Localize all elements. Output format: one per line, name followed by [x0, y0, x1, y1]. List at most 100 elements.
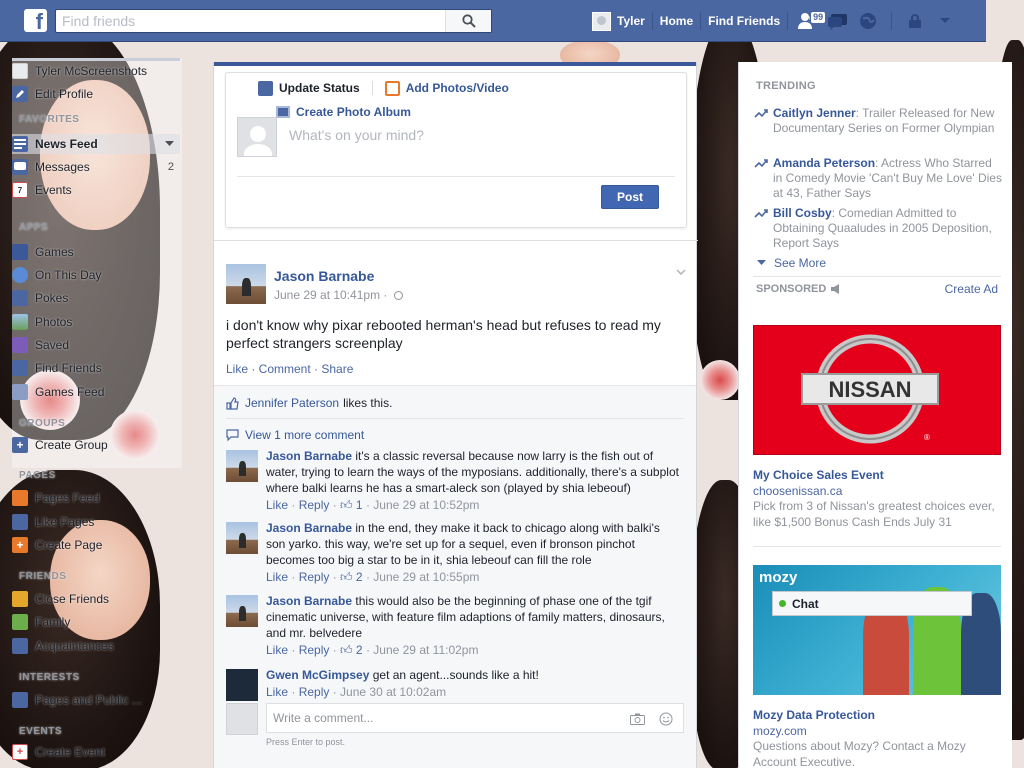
- create-ad-link[interactable]: Create Ad: [945, 282, 998, 296]
- post-button[interactable]: Post: [601, 185, 659, 209]
- comment-likes-count[interactable]: 👍︎ 2: [340, 643, 363, 657]
- comment-likes-count[interactable]: 👍︎ 1: [340, 498, 363, 512]
- commenter-avatar[interactable]: [226, 450, 258, 482]
- comment-reply-link[interactable]: Reply: [299, 643, 330, 657]
- trending-item[interactable]: Amanda Peterson: Actress Who Starred in …: [754, 156, 1004, 201]
- sidebar-item-pages-feed[interactable]: Pages Feed: [12, 488, 180, 508]
- trending-topic-name[interactable]: Caitlyn Jenner: [773, 106, 856, 120]
- sidebar-item-events[interactable]: 7 Events: [12, 180, 180, 200]
- home-link[interactable]: Home: [653, 0, 700, 42]
- search-input[interactable]: [56, 10, 446, 32]
- account-menu-button[interactable]: [933, 9, 957, 33]
- status-input[interactable]: What's on your mind?: [289, 127, 424, 143]
- comment-reply-link[interactable]: Reply: [299, 685, 330, 699]
- sidebar-item-family[interactable]: Family: [12, 612, 180, 632]
- commenter-avatar[interactable]: [226, 522, 258, 554]
- comment-timestamp[interactable]: June 30 at 10:02am: [340, 685, 446, 699]
- trending-item[interactable]: Bill Cosby: Comedian Admitted to Obtaini…: [754, 206, 1004, 251]
- messages-button[interactable]: [826, 9, 850, 33]
- comment-timestamp[interactable]: June 29 at 11:02pm: [373, 643, 478, 657]
- sidebar-item-find-friends[interactable]: Find Friends: [12, 358, 180, 378]
- add-photos-tab[interactable]: Add Photos/Video: [384, 80, 509, 96]
- commenter-name[interactable]: Jason Barnabe: [266, 449, 352, 463]
- comment-like-link[interactable]: Like: [266, 685, 288, 699]
- sidebar-item-label: Pages and Public ...: [35, 693, 142, 707]
- favorites-heading: FAVORITES: [19, 114, 80, 125]
- sidebar-item-pages-and-public[interactable]: Pages and Public ...: [12, 690, 180, 710]
- privacy-shortcuts-button[interactable]: [903, 9, 927, 33]
- camera-icon[interactable]: [630, 713, 645, 725]
- post-timestamp[interactable]: June 29 at 10:41pm ·: [274, 288, 403, 302]
- messages-icon: [12, 159, 28, 175]
- comment-timestamp[interactable]: June 29 at 10:55pm: [373, 570, 479, 584]
- sidebar-item-profile[interactable]: Tyler McScreenshots: [12, 61, 180, 81]
- trending-item[interactable]: Caitlyn Jenner: Trailer Released for New…: [754, 106, 1004, 136]
- find-friends-link[interactable]: Find Friends: [701, 0, 787, 42]
- facebook-logo-icon[interactable]: f: [24, 9, 47, 32]
- comment-body: Gwen McGimpsey get an agent...sounds lik…: [266, 667, 682, 700]
- friend-requests-badge: 99: [810, 11, 827, 24]
- mozy-ad-image[interactable]: mozy: [753, 565, 1001, 695]
- likes-suffix: likes this.: [343, 396, 393, 410]
- ad-title[interactable]: My Choice Sales Event: [753, 468, 884, 482]
- left-sidebar: Tyler McScreenshots Edit Profile FAVORIT…: [12, 58, 182, 768]
- sidebar-item-photos[interactable]: Photos: [12, 312, 180, 332]
- emoji-icon[interactable]: [659, 712, 673, 726]
- sidebar-item-edit-profile[interactable]: Edit Profile: [12, 84, 180, 104]
- comment-like-link[interactable]: Like: [266, 643, 288, 657]
- notifications-button[interactable]: [856, 9, 880, 33]
- trending-topic-name[interactable]: Bill Cosby: [773, 206, 832, 220]
- sidebar-item-acquaintances[interactable]: Acquaintances: [12, 636, 180, 656]
- composer-tabs: Update Status Add Photos/Video: [226, 73, 686, 103]
- ad-url[interactable]: choosenissan.ca: [753, 484, 842, 498]
- star-icon: [12, 591, 28, 607]
- sidebar-item-games[interactable]: Games: [12, 242, 180, 262]
- ad-title[interactable]: Mozy Data Protection: [753, 708, 875, 722]
- liker-name[interactable]: Jennifer Paterson: [245, 396, 339, 410]
- see-more-trending-link[interactable]: See More: [757, 256, 826, 270]
- sidebar-item-games-feed[interactable]: Games Feed: [12, 382, 180, 402]
- commenter-name[interactable]: Jason Barnabe: [266, 594, 352, 608]
- search-button[interactable]: [445, 10, 491, 32]
- on-this-day-icon: [12, 267, 28, 283]
- sidebar-item-create-event[interactable]: + Create Event: [12, 742, 180, 762]
- commenter-name[interactable]: Gwen McGimpsey: [266, 668, 369, 682]
- nissan-ad-image[interactable]: NISSAN ®: [753, 325, 1001, 455]
- search-icon: [461, 14, 476, 28]
- author-avatar[interactable]: [226, 264, 266, 304]
- comment-reply-link[interactable]: Reply: [299, 570, 330, 584]
- comment-like-link[interactable]: Like: [266, 498, 288, 512]
- sidebar-item-messages[interactable]: Messages 2: [12, 157, 180, 177]
- commenter-name[interactable]: Jason Barnabe: [266, 521, 352, 535]
- post-options-chevron-icon[interactable]: [676, 266, 686, 278]
- trending-topic-name[interactable]: Amanda Peterson: [773, 156, 875, 170]
- view-more-comments-link[interactable]: View 1 more comment: [226, 428, 364, 442]
- sidebar-item-close-friends[interactable]: Close Friends: [12, 589, 180, 609]
- sidebar-item-on-this-day[interactable]: On This Day: [12, 265, 180, 285]
- comment-timestamp[interactable]: June 29 at 10:52pm: [373, 498, 479, 512]
- commenter-avatar[interactable]: [226, 595, 258, 627]
- sidebar-item-create-page[interactable]: + Create Page: [12, 535, 180, 555]
- sidebar-item-create-group[interactable]: + Create Group: [12, 435, 180, 455]
- post-actions[interactable]: Like · Comment · Share: [226, 362, 353, 376]
- see-more-label: See More: [774, 256, 827, 270]
- sidebar-item-like-pages[interactable]: Like Pages: [12, 512, 180, 532]
- friend-requests-button[interactable]: 99: [796, 9, 827, 33]
- sidebar-item-pokes[interactable]: Pokes: [12, 288, 180, 308]
- comment-like-link[interactable]: Like: [266, 570, 288, 584]
- commenter-avatar[interactable]: [226, 669, 258, 701]
- user-avatar-icon[interactable]: [592, 11, 611, 31]
- comment-reply-link[interactable]: Reply: [299, 498, 330, 512]
- comment-likes-count[interactable]: 👍︎ 2: [340, 570, 363, 584]
- chat-sidebar-tab[interactable]: Chat: [772, 591, 972, 616]
- pages-feed-icon: [12, 490, 28, 506]
- sidebar-item-saved[interactable]: Saved: [12, 335, 180, 355]
- ad-url[interactable]: mozy.com: [753, 724, 807, 738]
- comment-input[interactable]: [267, 704, 627, 732]
- chevron-down-icon[interactable]: [165, 138, 180, 150]
- sidebar-item-news-feed[interactable]: News Feed: [12, 134, 180, 154]
- author-name[interactable]: Jason Barnabe: [274, 268, 374, 284]
- update-status-tab[interactable]: Update Status: [258, 80, 360, 96]
- profile-link[interactable]: Tyler: [617, 0, 652, 42]
- apps-heading: APPS: [19, 222, 49, 233]
